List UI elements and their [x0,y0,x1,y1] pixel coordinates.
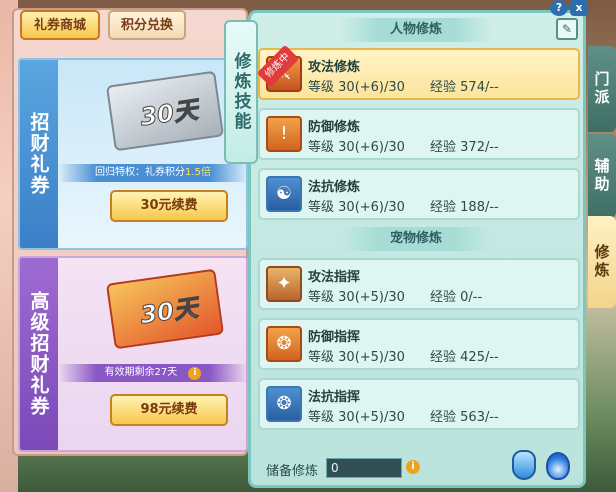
yin-yang-icon: ☯ [266,176,302,212]
skill-exp: 经验 0/-- [430,290,483,305]
coupon-info-bar: 回归特权：礼券积分1.5倍 [58,164,246,182]
flame-icon[interactable] [546,452,570,480]
reserve-label: 储备修炼 [266,464,319,479]
potion-icon[interactable] [512,450,536,480]
edit-icon[interactable]: ✎ [556,18,578,40]
skill-level: 等级 30(+6)/30 [308,200,405,215]
shield-icon: ! [266,116,302,152]
tab-training[interactable]: 修炼 [588,216,616,308]
renew-98-button[interactable]: 98元续费 [110,394,228,426]
coupon-info-text: 回归特权：礼券积分 [95,167,186,178]
help-icon[interactable]: ? [550,0,568,16]
info-icon[interactable]: i [406,460,420,474]
skill-level: 等级 30(+6)/30 [308,80,405,95]
info-icon[interactable]: i [188,367,202,380]
section-header-pet: 宠物修炼 [340,227,492,251]
skill-exp: 经验 574/-- [430,80,499,95]
coupon-info-highlight: 1.5倍 [185,167,211,178]
tab-coupon-mall[interactable]: 礼券商城 [20,10,100,40]
pet-skill-row-resist[interactable]: ❂ 法抗指挥 等级 30(+5)/30 经验 563/-- [258,378,580,430]
skill-level: 等级 30(+5)/30 [308,290,405,305]
skill-row-attack[interactable]: ⚔ 攻法修炼 等级 30(+6)/30 经验 574/-- [258,48,580,100]
skill-level: 等级 30(+5)/30 [308,350,405,365]
paw-shield-icon: ❂ [266,326,302,362]
pet-skill-row-defense[interactable]: ❂ 防御指挥 等级 30(+5)/30 经验 425/-- [258,318,580,370]
skill-row-resist[interactable]: ☯ 法抗修炼 等级 30(+6)/30 经验 188/-- [258,168,580,220]
coupon-card-basic: 招财礼券 30天 回归特权：礼券积分1.5倍 30元续费 [18,58,248,250]
ticket-gold-icon: 30天 [105,268,225,350]
coupon-card-premium: 高级招财礼券 30天 有效期剩余27天 i 98元续费 [18,256,248,452]
renew-30-button[interactable]: 30元续费 [110,190,228,222]
tab-assist[interactable]: 辅助 [588,134,616,218]
tab-points-exchange[interactable]: 积分兑换 [108,10,186,40]
skill-name: 法抗指挥 [308,390,361,405]
skill-exp: 经验 563/-- [430,410,499,425]
skill-exp: 经验 425/-- [430,350,499,365]
coupon-card-title: 高级招财礼券 [20,258,58,450]
skill-row-defense[interactable]: ! 防御修炼 等级 30(+6)/30 经验 372/-- [258,108,580,160]
paw-magic-icon: ❂ [266,386,302,422]
tab-faction[interactable]: 门派 [588,46,616,132]
skill-level: 等级 30(+5)/30 [308,410,405,425]
skills-vertical-label: 修炼技能 [224,20,258,164]
pet-skill-row-attack[interactable]: ✦ 攻法指挥 等级 30(+5)/30 经验 0/-- [258,258,580,310]
paw-attack-icon: ✦ [266,266,302,302]
skill-name: 防御指挥 [308,330,361,345]
reserve-value: 0 [326,458,402,478]
coupon-validity-text: 有效期剩余27天 [104,367,178,378]
skill-name: 攻法修炼 [308,60,361,75]
skill-exp: 经验 188/-- [430,200,499,215]
ticket-silver-icon: 30天 [105,70,225,152]
skill-name: 攻法指挥 [308,270,361,285]
skill-name: 防御修炼 [308,120,361,135]
coupon-validity-bar: 有效期剩余27天 i [58,364,246,382]
skill-name: 法抗修炼 [308,180,361,195]
section-header-character: 人物修炼 [340,18,492,42]
coupon-card-title: 招财礼券 [20,60,58,248]
skill-exp: 经验 372/-- [430,140,499,155]
skill-level: 等级 30(+6)/30 [308,140,405,155]
close-icon[interactable]: x [570,0,588,16]
